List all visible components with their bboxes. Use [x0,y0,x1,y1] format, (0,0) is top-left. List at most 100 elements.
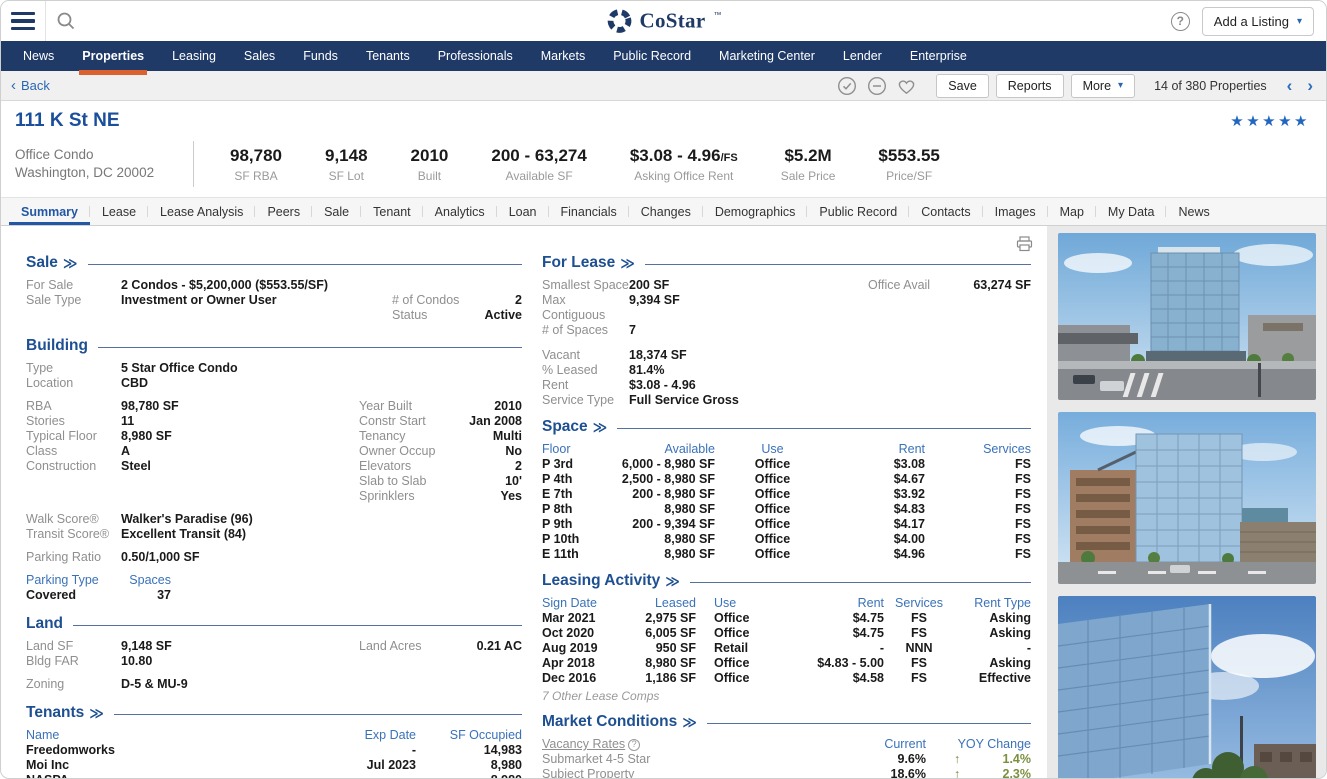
col-spaces: Spaces [116,573,171,588]
building-section-heading: Building [26,337,522,355]
field-smallest-space: Smallest Space200 SF [542,278,669,293]
nav-item-news[interactable]: News [9,41,68,71]
check-circle-icon[interactable] [836,75,857,96]
lease-row-date: Apr 2018 [542,656,604,671]
add-a-listing-button[interactable]: Add a Listing ▾ [1202,7,1314,36]
favorite-heart-icon[interactable] [896,75,917,96]
double-chevron-icon[interactable]: ≫ [682,714,697,731]
space-table: Floor Available Use Rent Services P 3rd6… [542,442,1031,562]
double-chevron-icon[interactable]: ≫ [620,255,635,272]
more-label: More [1083,79,1111,93]
tab-contacts[interactable]: Contacts [909,198,982,225]
leasing-activity-section-heading: Leasing Activity ≫ [542,572,1031,590]
help-icon[interactable]: ? [628,739,640,751]
detail-tabs: Summary Lease Lease Analysis Peers Sale … [1,197,1326,226]
vacancy-rates-link[interactable]: Vacancy Rates [542,737,625,751]
double-chevron-icon[interactable]: ≫ [89,705,104,722]
tenant-name: Freedomworks [26,743,306,758]
minus-circle-icon[interactable] [866,75,887,96]
lease-row-date: Mar 2021 [542,611,604,626]
property-photo-2[interactable] [1058,412,1316,584]
nav-item-enterprise[interactable]: Enterprise [896,41,981,71]
nav-item-leasing[interactable]: Leasing [158,41,230,71]
nav-item-markets[interactable]: Markets [527,41,599,71]
stat-available-sf: 200 - 63,274Available SF [491,146,586,183]
costar-trademark: ™ [713,11,721,20]
tab-analytics[interactable]: Analytics [423,198,497,225]
save-button[interactable]: Save [936,74,989,98]
next-property-chevron[interactable]: › [1304,77,1316,94]
back-link[interactable]: ‹ Back [11,78,50,93]
previous-property-chevron[interactable]: ‹ [1284,77,1296,94]
divider [193,141,194,187]
tab-loan[interactable]: Loan [497,198,549,225]
nav-item-professionals[interactable]: Professionals [424,41,527,71]
for-lease-heading-link[interactable]: For Lease [542,254,615,272]
leasing-activity-heading-link[interactable]: Leasing Activity [542,572,660,590]
field-class: ClassA [26,444,179,459]
property-photo-3[interactable] [1058,596,1316,779]
search-icon[interactable] [46,1,86,41]
nav-item-properties[interactable]: Properties [68,41,158,71]
tenants-section-heading: Tenants ≫ [26,704,522,722]
space-row-floor: P 3rd [542,457,600,472]
tab-peers[interactable]: Peers [255,198,312,225]
chevron-down-icon: ▾ [1118,80,1123,91]
section-rule [645,264,1031,265]
tab-demographics[interactable]: Demographics [703,198,808,225]
tab-summary[interactable]: Summary [9,198,90,225]
tab-changes[interactable]: Changes [629,198,703,225]
tab-lease[interactable]: Lease [90,198,148,225]
hamburger-menu-icon[interactable] [1,1,46,41]
section-rule [617,428,1031,429]
print-icon[interactable] [1016,236,1033,257]
more-button[interactable]: More ▾ [1071,74,1136,98]
section-rule [690,582,1031,583]
tab-financials[interactable]: Financials [549,198,629,225]
property-photo-1[interactable] [1058,233,1316,400]
field-service-type: Service TypeFull Service Gross [542,393,1031,408]
primary-nav: News Properties Leasing Sales Funds Tena… [1,41,1326,71]
tab-public-record[interactable]: Public Record [807,198,909,225]
left-column: Sale ≫ For Sale2 Condos - $5,200,000 ($5… [26,226,522,779]
tab-news[interactable]: News [1166,198,1221,225]
space-row-floor: P 8th [542,502,600,517]
tab-sale[interactable]: Sale [312,198,361,225]
field-status: StatusActive [392,308,522,323]
star-rating: ★★★★★ [1230,112,1310,130]
stat-built: 2010Built [411,146,449,183]
reports-button[interactable]: Reports [996,74,1064,98]
tab-tenant[interactable]: Tenant [361,198,423,225]
tab-images[interactable]: Images [983,198,1048,225]
tab-map[interactable]: Map [1048,198,1096,225]
help-icon[interactable]: ? [1171,12,1190,31]
nav-item-tenants[interactable]: Tenants [352,41,424,71]
top-bar: CoStar™ ? Add a Listing ▾ [1,1,1326,41]
field-typical-floor: Typical Floor8,980 SF [26,429,179,444]
space-row-floor: E 11th [542,547,600,562]
sale-heading-link[interactable]: Sale [26,254,58,272]
nav-item-public-record[interactable]: Public Record [599,41,705,71]
field-elevators: Elevators2 [359,459,522,474]
space-row-floor: E 7th [542,487,600,502]
double-chevron-icon[interactable]: ≫ [63,255,78,272]
double-chevron-icon[interactable]: ≫ [665,573,680,590]
add-a-listing-label: Add a Listing [1214,14,1289,29]
tenants-heading-link[interactable]: Tenants [26,704,84,722]
double-chevron-icon[interactable]: ≫ [593,419,608,436]
market-conditions-section-heading: Market Conditions ≫ [542,713,1031,731]
tab-lease-analysis[interactable]: Lease Analysis [148,198,255,225]
market-conditions-heading-link[interactable]: Market Conditions [542,713,677,731]
nav-item-lender[interactable]: Lender [829,41,896,71]
tab-my-data[interactable]: My Data [1096,198,1167,225]
nav-item-sales[interactable]: Sales [230,41,289,71]
nav-item-marketing-center[interactable]: Marketing Center [705,41,829,71]
field-year-built: Year Built2010 [359,399,522,414]
other-lease-comps-note[interactable]: 7 Other Lease Comps [542,689,1031,703]
nav-item-funds[interactable]: Funds [289,41,352,71]
up-arrow-icon: ↑ [954,752,960,767]
section-rule [88,264,522,265]
field-land-sf: Land SF9,148 SF [26,639,172,654]
costar-logo[interactable]: CoStar™ [606,8,722,35]
space-heading-link[interactable]: Space [542,418,588,436]
